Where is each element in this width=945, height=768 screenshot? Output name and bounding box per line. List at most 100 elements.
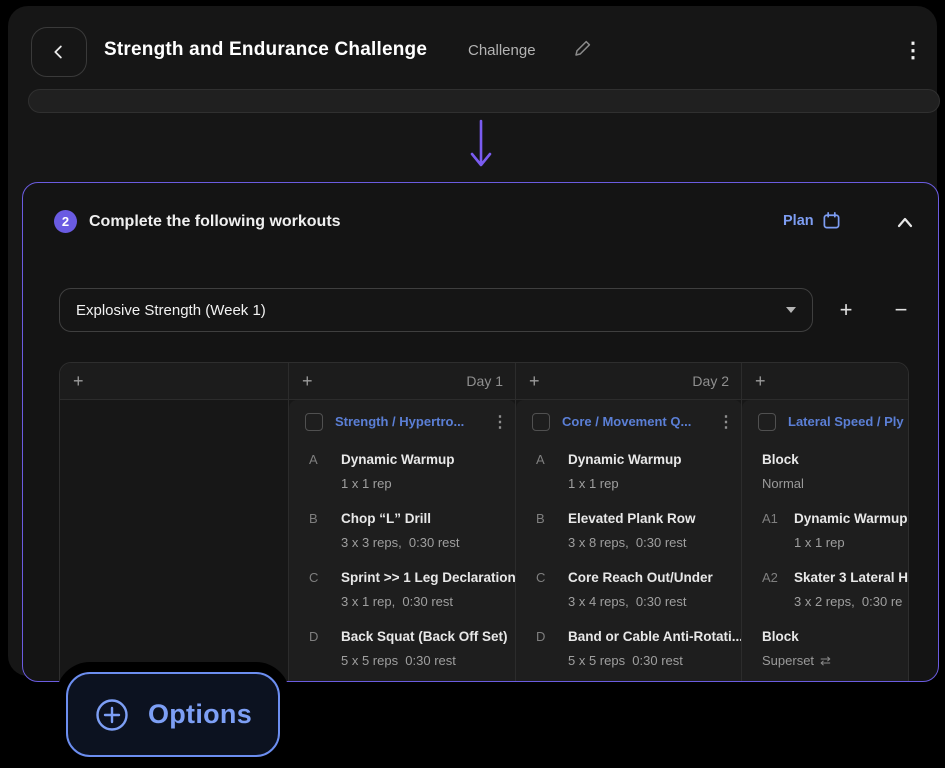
- exercise-text: Skater 3 Lateral Ho3 x 2 reps, 0:30 re: [794, 568, 909, 620]
- exercise-letter: C: [536, 568, 568, 620]
- add-week-button[interactable]: +: [831, 295, 861, 325]
- plan-label: Plan: [783, 213, 814, 229]
- options-button[interactable]: Options: [66, 672, 280, 757]
- block-mode: Superset⇄: [762, 652, 831, 670]
- exercise-text: Chop “L” Drill 3 x 3 reps, 0:30 rest: [341, 509, 460, 561]
- collapse-section-button[interactable]: [891, 210, 919, 234]
- exercise-title: Dynamic Warmup: [794, 509, 908, 528]
- planner-column: + Lateral Speed / Ply⋮ Block Normal A1Dynami…: [741, 363, 909, 682]
- exercise-text: Sprint >> 1 Leg Declarations 3 x 1 rep, 0…: [341, 568, 523, 620]
- workout-card-header: Core / Movement Q... ⋮: [516, 400, 742, 443]
- exercise-letter: A: [309, 450, 341, 502]
- exercise-detail: 3 x 4 reps, 0:30 rest: [568, 593, 713, 611]
- exercise-row[interactable]: DBack Squat (Back Off Set)5 x 5 reps 0:3…: [289, 620, 516, 679]
- add-workout-icon[interactable]: +: [73, 372, 84, 390]
- planner-column-header: +Day 1: [289, 363, 516, 400]
- week-select-value: Explosive Strength (Week 1): [76, 302, 786, 319]
- exercise-letter: A2: [762, 568, 794, 620]
- exercise-text: Back Squat (Back Off Set)5 x 5 reps 0:30…: [341, 627, 508, 679]
- exercise-detail: 3 x 3 reps, 0:30 rest: [341, 534, 460, 552]
- exercise-row[interactable]: CCore Reach Out/Under 3 x 4 reps, 0:30 re…: [516, 561, 742, 620]
- exercise-detail: 1 x 1 rep: [568, 475, 682, 493]
- exercise-title: Dynamic Warmup: [341, 450, 455, 469]
- workout-card: Strength / Hypertro... ⋮ ADynamic Warmup 1 …: [289, 400, 516, 682]
- workout-kebab-icon[interactable]: ⋮: [718, 412, 732, 432]
- workout-title-link[interactable]: Strength / Hypertro...: [335, 414, 480, 429]
- exercise-row[interactable]: CSprint >> 1 Leg Declarations3 x 1 rep, …: [289, 561, 516, 620]
- kebab-menu-icon[interactable]: ⋮: [902, 37, 924, 65]
- planner-column: +: [60, 363, 288, 682]
- exercise-detail: 1 x 1 rep: [341, 475, 455, 493]
- workout-card-header: Strength / Hypertro... ⋮: [289, 400, 516, 443]
- exercise-title: Band or Cable Anti-Rotati...: [568, 627, 743, 646]
- exercise-row[interactable]: ADynamic Warmup 1 x 1 rep: [516, 443, 742, 502]
- exercise-title: Sprint >> 1 Leg Declarations: [341, 568, 523, 587]
- workout-card: Core / Movement Q... ⋮ ADynamic Warmup 1 x …: [516, 400, 742, 682]
- chevron-down-icon: [786, 307, 796, 313]
- exercise-row[interactable]: A1Dynamic Warmup 1 x 1 rep: [742, 502, 909, 561]
- planner-column-header: +Day 2: [516, 363, 742, 400]
- exercise-row[interactable]: ADynamic Warmup 1 x 1 rep: [289, 443, 516, 502]
- repeat-icon: ⇄: [820, 653, 831, 668]
- flow-arrow-down-icon: [468, 118, 494, 175]
- exercise-text: Elevated Plank Row 3 x 8 reps, 0:30 rest: [568, 509, 696, 561]
- exercise-detail: 3 x 8 reps, 0:30 rest: [568, 534, 696, 552]
- exercise-title: Chop “L” Drill: [341, 509, 460, 528]
- exercise-detail: 5 x 5 reps 0:30 rest: [568, 652, 743, 670]
- challenge-type-label: Challenge: [468, 42, 536, 59]
- exercise-letter: B: [309, 509, 341, 561]
- block-row[interactable]: Block Normal: [742, 443, 909, 502]
- app-window: Strength and Endurance Challenge Challen…: [8, 6, 937, 676]
- block-text: Block Normal: [762, 450, 804, 502]
- day-label: Day 2: [540, 373, 729, 389]
- exercise-text: Dynamic Warmup 1 x 1 rep: [568, 450, 682, 502]
- block-row[interactable]: BlockSuperset⇄: [742, 620, 909, 679]
- exercise-title: Dynamic Warmup: [568, 450, 682, 469]
- exercise-title: Core Reach Out/Under: [568, 568, 713, 587]
- plan-link[interactable]: Plan: [783, 211, 841, 230]
- exercise-text: Dynamic Warmup 1 x 1 rep: [794, 509, 908, 561]
- pencil-icon[interactable]: [573, 39, 593, 64]
- block-name: Block: [762, 450, 804, 469]
- planner-column-header: +: [742, 363, 909, 400]
- options-label: Options: [148, 699, 252, 730]
- workout-kebab-icon[interactable]: ⋮: [492, 412, 506, 432]
- exercise-letter: D: [536, 627, 568, 679]
- exercise-text: Core Reach Out/Under 3 x 4 reps, 0:30 res…: [568, 568, 713, 620]
- block-mode: Normal: [762, 475, 804, 493]
- step-number-badge: 2: [54, 210, 77, 233]
- workout-checkbox[interactable]: [305, 413, 323, 431]
- add-workout-icon[interactable]: +: [529, 372, 540, 390]
- workout-card: Lateral Speed / Ply⋮ Block Normal A1Dynamic…: [742, 400, 909, 682]
- exercise-detail: 5 x 5 reps 0:30 rest: [341, 652, 508, 670]
- add-workout-icon[interactable]: +: [755, 372, 766, 390]
- previous-step-card[interactable]: [28, 89, 940, 113]
- back-button[interactable]: [31, 27, 87, 77]
- exercise-title: Elevated Plank Row: [568, 509, 696, 528]
- exercise-row[interactable]: BElevated Plank Row3 x 8 reps, 0:30 rest: [516, 502, 742, 561]
- exercise-row[interactable]: A2Skater 3 Lateral Ho3 x 2 reps, 0:30 re: [742, 561, 909, 620]
- step-card: 2 Complete the following workouts Plan E…: [22, 182, 939, 682]
- workout-checkbox[interactable]: [758, 413, 776, 431]
- exercise-detail: 3 x 1 rep, 0:30 rest: [341, 593, 523, 611]
- exercise-letter: A1: [762, 509, 794, 561]
- week-select-dropdown[interactable]: Explosive Strength (Week 1): [59, 288, 813, 332]
- exercise-letter: C: [309, 568, 341, 620]
- workout-title-link[interactable]: Lateral Speed / Ply: [788, 414, 909, 429]
- exercise-text: Dynamic Warmup 1 x 1 rep: [341, 450, 455, 502]
- workout-card-header: Lateral Speed / Ply⋮: [742, 400, 909, 443]
- exercise-row[interactable]: DBand or Cable Anti-Rotati... 5 x 5 reps …: [516, 620, 742, 679]
- day-label: Day 1: [313, 373, 503, 389]
- remove-week-button[interactable]: −: [886, 295, 916, 325]
- page-title: Strength and Endurance Challenge: [104, 39, 427, 61]
- workout-title-link[interactable]: Core / Movement Q...: [562, 414, 706, 429]
- step-title: Complete the following workouts: [89, 213, 341, 231]
- exercise-detail: 3 x 2 reps, 0:30 re: [794, 593, 909, 611]
- exercise-detail: 1 x 1 rep: [794, 534, 908, 552]
- planner-column: +Day 1 Strength / Hypertro... ⋮ ADynamic Wa…: [288, 363, 516, 682]
- exercise-row[interactable]: BChop “L” Drill 3 x 3 reps, 0:30 rest: [289, 502, 516, 561]
- calendar-icon: [822, 211, 841, 230]
- exercise-letter: A: [536, 450, 568, 502]
- workout-checkbox[interactable]: [532, 413, 550, 431]
- add-workout-icon[interactable]: +: [302, 372, 313, 390]
